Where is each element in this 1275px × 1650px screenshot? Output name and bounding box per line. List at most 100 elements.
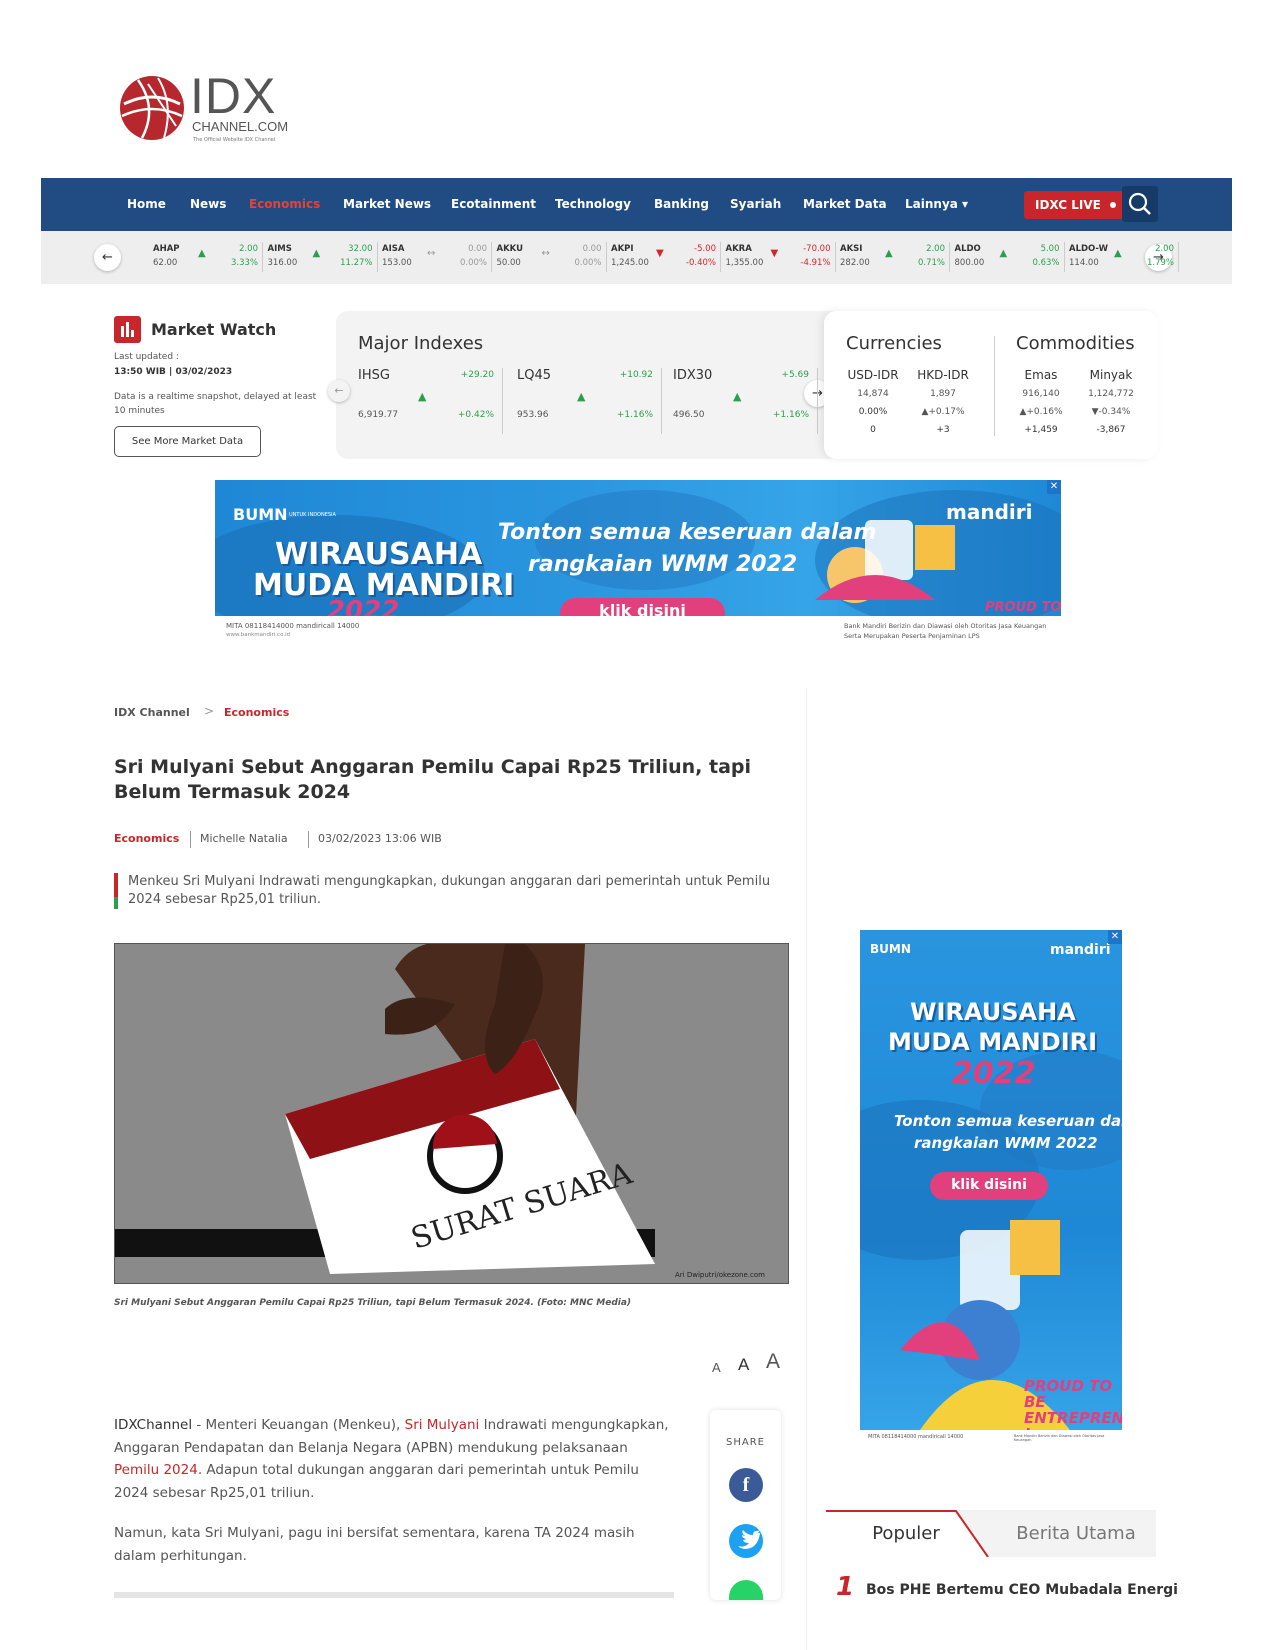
nav-item-syariah[interactable]: Syariah [730, 178, 781, 231]
commodity-pct: +0.16% [1026, 407, 1063, 417]
up-triangle-icon: ▲ [733, 390, 742, 403]
commodities-title: Commodities [1016, 333, 1135, 354]
ticker-price: 1,245.00 [611, 258, 649, 268]
ticker-change: 2.00 [239, 244, 258, 254]
commodity-name[interactable]: Minyak [1078, 368, 1144, 382]
wmm-ad-banner[interactable]: BUMN UNTUK INDONESIA WIRAUSAHA MUDA MAND… [215, 480, 1061, 616]
live-dot-icon [1110, 202, 1116, 208]
ad-close-icon[interactable]: ✕ [1047, 480, 1061, 494]
side-ad-cta-button[interactable]: klik disini [930, 1172, 1048, 1200]
idxc-live-button[interactable]: IDXC LIVE [1024, 191, 1128, 219]
content-divider [114, 1592, 674, 1598]
popular-item-title[interactable]: Bos PHE Bertemu CEO Mubadala Energi [866, 1582, 1178, 1598]
flat-arrow-icon: ↔ [427, 248, 436, 259]
logo-globe-icon[interactable] [118, 74, 186, 142]
ticker-code: ALDO [954, 244, 981, 254]
commodity-name[interactable]: Emas [1008, 368, 1074, 382]
tab-populer[interactable]: Populer [826, 1510, 986, 1557]
article-paragraph-1: IDXChannel - Menteri Keuangan (Menkeu), … [114, 1414, 674, 1504]
facebook-icon[interactable]: f [729, 1468, 763, 1502]
index-lq45[interactable]: LQ45 +10.92 ▲ 953.96 +1.16% [517, 368, 662, 434]
nav-item-lainnya[interactable]: Lainnya ▾ [905, 178, 968, 231]
ticker-item[interactable]: ALDO-W 114.00 ▲ 2.00 1.79% [1065, 242, 1179, 272]
index-pct: +1.16% [772, 410, 809, 420]
ticker-change: 2.00 [926, 244, 945, 254]
nav-item-market-news[interactable]: Market News [343, 178, 431, 231]
breadcrumb-category[interactable]: Economics [224, 706, 289, 719]
logo-subtitle: CHANNEL.COM [192, 119, 289, 134]
ad-cta-button[interactable]: klik disini [560, 598, 725, 616]
index-name: LQ45 [517, 368, 552, 383]
ticker-item[interactable]: ALDO 800.00 ▲ 5.00 0.63% [951, 242, 1065, 272]
ticker-price: 316.00 [267, 258, 298, 268]
ticker-pct: -0.40% [685, 258, 716, 268]
indexes-prev-arrow-icon[interactable]: ← [328, 380, 350, 402]
source-label: IDXChannel [114, 1417, 193, 1433]
nav-item-market-data[interactable]: Market Data [803, 178, 887, 231]
down-triangle-icon: ▼ [656, 248, 664, 259]
font-size-large-button[interactable]: A [766, 1350, 780, 1374]
ticker-item[interactable]: AIMS 316.00 ▲ 32.00 11.27% [264, 242, 378, 272]
ticker-prev-arrow-icon[interactable]: ← [94, 244, 121, 271]
nav-item-ecotainment[interactable]: Ecotainment [451, 178, 536, 231]
link-sri-mulyani[interactable]: Sri Mulyani [405, 1417, 480, 1433]
up-triangle-icon: ▲ [1114, 248, 1122, 259]
ad-footer-contact: MITA 08118414000 mandiricall 14000 [226, 622, 360, 630]
nav-item-technology[interactable]: Technology [555, 178, 631, 231]
nav-item-economics[interactable]: Economics [249, 178, 320, 231]
font-size-small-button[interactable]: A [712, 1360, 721, 1375]
index-name: IHSG [358, 368, 390, 383]
article-author[interactable]: Michelle Natalia [200, 832, 288, 845]
twitter-icon[interactable] [729, 1524, 763, 1558]
ticker-pct: 11.27% [340, 258, 373, 268]
ticker-code: AIMS [267, 244, 292, 254]
side-ad-slogan: PROUD TO BE ENTREPRENEUR ! [1024, 1377, 1122, 1430]
article-category[interactable]: Economics [114, 832, 179, 845]
index-change: +5.69 [781, 370, 809, 380]
nav-item-banking[interactable]: Banking [654, 178, 709, 231]
ticker-item[interactable]: AKKU 50.00 ↔ 0.00 0.00% [493, 242, 607, 272]
ticker-code: AKRA [725, 244, 752, 254]
ticker-item[interactable]: AKPI 1,245.00 ▼ -5.00 -0.40% [607, 242, 721, 272]
index-ihsg[interactable]: IHSG +29.20 ▲ 6,919.77 +0.42% [358, 368, 503, 434]
index-pct: +0.42% [457, 410, 494, 420]
ticker-item[interactable]: AKRA 1,355.00 ▼ -70.00 -4.91% [722, 242, 836, 272]
index-idx30[interactable]: IDX30 +5.69 ▲ 496.50 +1.16% [673, 368, 818, 434]
ticker-code: ALDO-W [1069, 244, 1108, 254]
ticker-pct: 3.33% [230, 258, 258, 268]
logo-wordmark[interactable]: IDX [190, 70, 276, 122]
nav-item-home[interactable]: Home [127, 178, 166, 231]
ticker-item[interactable]: AHAP 62.00 ▲ 2.00 3.33% [149, 242, 263, 272]
ticker-price: 62.00 [153, 258, 178, 268]
breadcrumb-home[interactable]: IDX Channel [114, 706, 190, 719]
image-caption: Sri Mulyani Sebut Anggaran Pemilu Capai … [114, 1298, 632, 1308]
major-indexes-title: Major Indexes [358, 333, 484, 354]
nav-item-news[interactable]: News [190, 178, 226, 231]
article-date: 03/02/2023 13:06 WIB [318, 832, 442, 845]
currency-change: 0 [870, 425, 876, 435]
breadcrumb-chevron-icon: > [204, 704, 215, 718]
currency-name[interactable]: HKD-IDR [910, 368, 976, 382]
up-triangle-icon: ▲ [577, 390, 586, 403]
search-button[interactable] [1122, 186, 1158, 222]
ballot-illustration: SURAT SUARA Ari Dwiputri/okezone.com [115, 944, 788, 1283]
ticker-price: 114.00 [1069, 258, 1099, 268]
wmm-side-ad[interactable]: BUMN mandiri WIRAUSAHA MUDA MANDIRI 2022… [860, 930, 1122, 1430]
ticker-price: 50.00 [496, 258, 521, 268]
tab-berita-utama[interactable]: Berita Utama [996, 1510, 1156, 1557]
lead-accent-bar [114, 873, 118, 909]
see-more-market-data-button[interactable]: See More Market Data [114, 426, 261, 457]
font-size-medium-button[interactable]: A [738, 1355, 749, 1375]
ticker-change: -70.00 [803, 244, 831, 254]
whatsapp-icon[interactable] [729, 1580, 763, 1600]
ad-bumn-logo: BUMN [233, 505, 288, 524]
ticker-item[interactable]: AISA 153.00 ↔ 0.00 0.00% [378, 242, 492, 272]
currency-value: 1,897 [930, 389, 956, 399]
link-pemilu-2024[interactable]: Pemilu 2024 [114, 1462, 198, 1478]
ticker-price: 1,355.00 [725, 258, 764, 268]
ticker-item[interactable]: AKSI 282.00 ▲ 2.00 0.71% [836, 242, 950, 272]
ticker-change: 5.00 [1040, 244, 1060, 254]
currency-name[interactable]: USD-IDR [840, 368, 906, 382]
side-ad-close-icon[interactable]: ✕ [1108, 930, 1122, 944]
meta-divider [308, 831, 309, 848]
